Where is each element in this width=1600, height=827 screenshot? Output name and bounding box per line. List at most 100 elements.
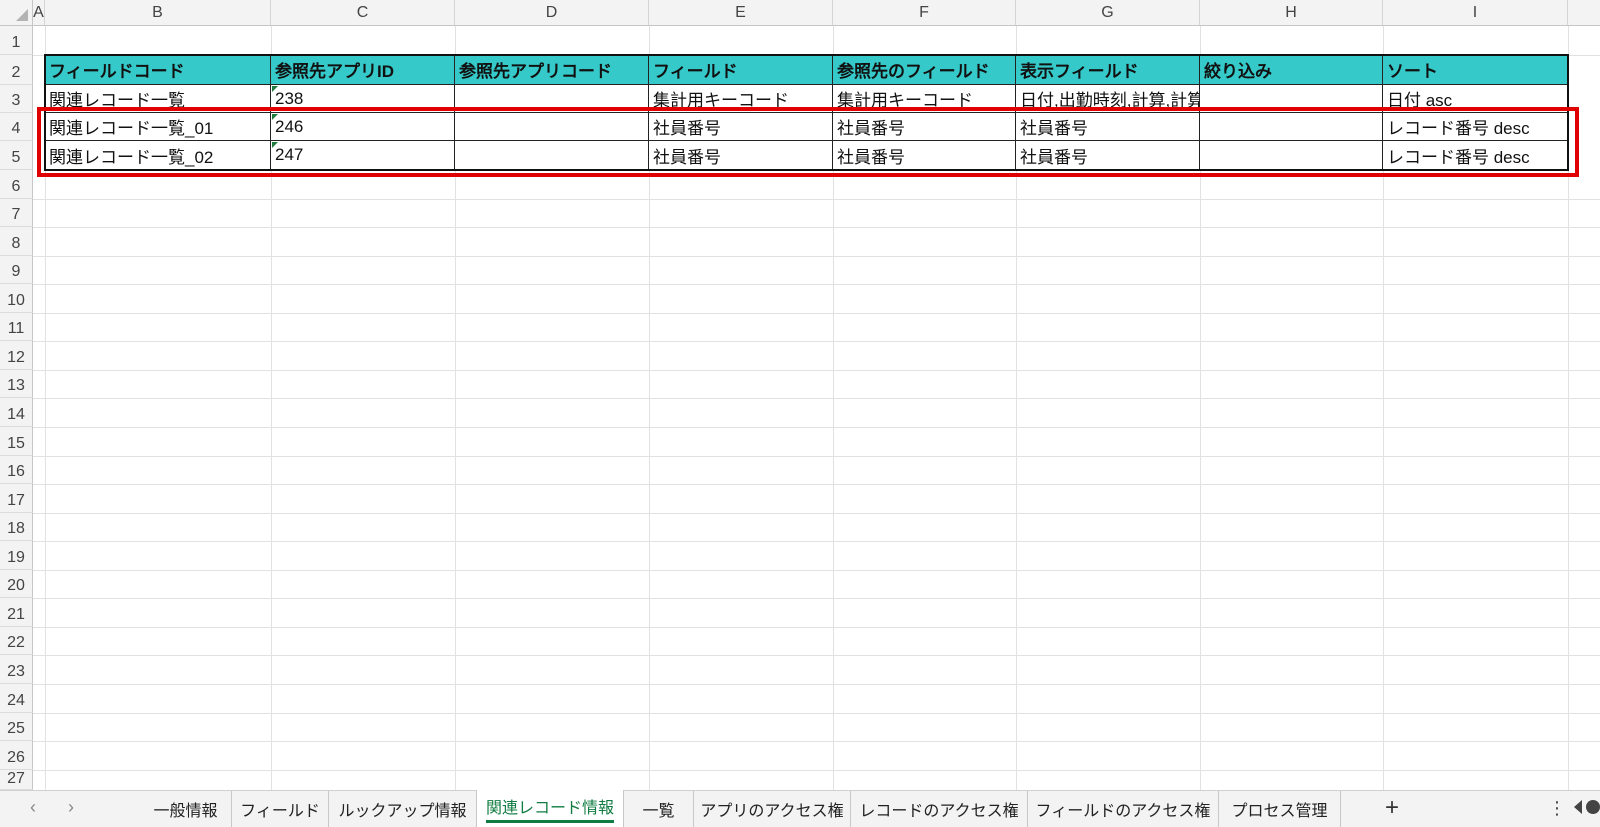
row-header-25[interactable]: 25 xyxy=(0,713,33,741)
row-header-17[interactable]: 17 xyxy=(0,484,33,513)
row-header-4[interactable]: 4 xyxy=(0,113,33,141)
row-header-18[interactable]: 18 xyxy=(0,513,33,541)
cell-d3[interactable] xyxy=(455,85,649,113)
tab-related-records[interactable]: 関連レコード情報 xyxy=(476,790,624,827)
spreadsheet-grid[interactable]: A B C D E F G H I 1 2 3 4 5 6 7 8 9 10 1… xyxy=(0,0,1600,790)
column-header-b[interactable]: B xyxy=(45,0,271,26)
cell-g3[interactable]: 日付,出勤時刻,計算,計算 xyxy=(1016,85,1200,113)
select-all-corner[interactable] xyxy=(0,0,33,26)
cell-b4[interactable]: 関連レコード一覧_01 xyxy=(45,113,271,141)
cell-f3[interactable]: 集計用キーコード xyxy=(833,85,1016,113)
tab-fields[interactable]: フィールド xyxy=(231,791,328,827)
row-header-21[interactable]: 21 xyxy=(0,598,33,627)
cell-b2[interactable]: フィールドコード xyxy=(45,55,271,85)
cell-i2[interactable]: ソート xyxy=(1383,55,1568,85)
row-header-7[interactable]: 7 xyxy=(0,199,33,227)
row-header-19[interactable]: 19 xyxy=(0,541,33,570)
column-header-g[interactable]: G xyxy=(1016,0,1200,26)
cell-d5[interactable] xyxy=(455,141,649,170)
row-header-6[interactable]: 6 xyxy=(0,170,33,199)
cell-d2[interactable]: 参照先アプリコード xyxy=(455,55,649,85)
column-header-e[interactable]: E xyxy=(649,0,833,26)
select-all-triangle-icon[interactable] xyxy=(16,9,28,21)
cell-c4[interactable]: 246 xyxy=(271,113,455,141)
row-header-14[interactable]: 14 xyxy=(0,398,33,427)
cell-g2[interactable]: 表示フィールド xyxy=(1016,55,1200,85)
row-header-5[interactable]: 5 xyxy=(0,141,33,170)
row-header-13[interactable]: 13 xyxy=(0,370,33,398)
row-header-22[interactable]: 22 xyxy=(0,627,33,655)
row-header-26[interactable]: 26 xyxy=(0,741,33,770)
cell-f4[interactable]: 社員番号 xyxy=(833,113,1016,141)
cell-c5[interactable]: 247 xyxy=(271,141,455,170)
cell-b5[interactable]: 関連レコード一覧_02 xyxy=(45,141,271,170)
grid-line xyxy=(33,427,1600,428)
cell-i5[interactable]: レコード番号 desc xyxy=(1383,141,1568,170)
cell-h3[interactable] xyxy=(1200,85,1383,113)
cell-c3[interactable]: 238 xyxy=(271,85,455,113)
cell-b3[interactable]: 関連レコード一覧 xyxy=(45,85,271,113)
column-header-f[interactable]: F xyxy=(833,0,1016,26)
row-header-27[interactable]: 27 xyxy=(0,770,33,790)
prev-sheet-icon[interactable]: ‹ xyxy=(23,797,43,818)
cell-h5[interactable] xyxy=(1200,141,1383,170)
tab-field-permissions[interactable]: フィールドのアクセス権 xyxy=(1027,791,1218,827)
cell-c2[interactable]: 参照先アプリID xyxy=(271,55,455,85)
row-header-15[interactable]: 15 xyxy=(0,427,33,456)
row-header-16[interactable]: 16 xyxy=(0,456,33,484)
tab-general-info[interactable]: 一般情報 xyxy=(140,791,231,827)
tab-record-permissions[interactable]: レコードのアクセス権 xyxy=(850,791,1027,827)
cell-f5[interactable]: 社員番号 xyxy=(833,141,1016,170)
grid-line xyxy=(33,684,1600,685)
row-header-2[interactable]: 2 xyxy=(0,55,33,85)
column-header-a[interactable]: A xyxy=(33,0,45,26)
sheet-tab-bar: ‹ › 一般情報 フィールド ルックアップ情報 関連レコード情報 一覧 アプリの… xyxy=(0,790,1600,827)
scroll-thumb[interactable] xyxy=(1586,800,1600,814)
grid-line xyxy=(33,199,1600,200)
row-header-12[interactable]: 12 xyxy=(0,341,33,370)
cell-f2[interactable]: 参照先のフィールド xyxy=(833,55,1016,85)
tab-label: フィールドのアクセス権 xyxy=(1035,803,1211,820)
cell-i4[interactable]: レコード番号 desc xyxy=(1383,113,1568,141)
column-header-c[interactable]: C xyxy=(271,0,455,26)
tab-lookup-info[interactable]: ルックアップ情報 xyxy=(328,791,476,827)
row-header-20[interactable]: 20 xyxy=(0,570,33,598)
tab-label: アプリのアクセス権 xyxy=(700,803,844,820)
cell-h2[interactable]: 絞り込み xyxy=(1200,55,1383,85)
row-header-3[interactable]: 3 xyxy=(0,85,33,113)
column-header-i[interactable]: I xyxy=(1383,0,1568,26)
grid-line xyxy=(33,655,1600,656)
column-header-d[interactable]: D xyxy=(455,0,649,26)
row-header-9[interactable]: 9 xyxy=(0,256,33,284)
cell-e3[interactable]: 集計用キーコード xyxy=(649,85,833,113)
tab-label: フィールド xyxy=(240,803,320,820)
tab-process-management[interactable]: プロセス管理 xyxy=(1218,791,1341,827)
more-options-icon[interactable]: ⋮ xyxy=(1548,798,1566,819)
grid-line xyxy=(33,313,1600,314)
tab-list[interactable]: 一覧 xyxy=(624,791,693,827)
cell-e5[interactable]: 社員番号 xyxy=(649,141,833,170)
tab-label: ルックアップ情報 xyxy=(338,803,467,820)
row-header-1[interactable]: 1 xyxy=(0,26,33,55)
add-sheet-button[interactable]: + xyxy=(1385,794,1399,822)
tab-app-permissions[interactable]: アプリのアクセス権 xyxy=(693,791,850,827)
next-sheet-icon[interactable]: › xyxy=(61,797,81,818)
cell-d4[interactable] xyxy=(455,113,649,141)
cell-i3[interactable]: 日付 asc xyxy=(1383,85,1568,113)
row-header-11[interactable]: 11 xyxy=(0,313,33,341)
row-header-8[interactable]: 8 xyxy=(0,227,33,256)
row-header-23[interactable]: 23 xyxy=(0,655,33,684)
column-header-next[interactable] xyxy=(1568,0,1600,26)
grid-line xyxy=(33,513,1600,514)
column-header-h[interactable]: H xyxy=(1200,0,1383,26)
row-header-10[interactable]: 10 xyxy=(0,284,33,313)
row-header-24[interactable]: 24 xyxy=(0,684,33,713)
cell-e2[interactable]: フィールド xyxy=(649,55,833,85)
grid-line xyxy=(1568,26,1569,790)
cell-g5[interactable]: 社員番号 xyxy=(1016,141,1200,170)
scroll-left-icon[interactable] xyxy=(1574,800,1582,814)
tab-label: 一覧 xyxy=(642,803,675,820)
cell-g4[interactable]: 社員番号 xyxy=(1016,113,1200,141)
cell-e4[interactable]: 社員番号 xyxy=(649,113,833,141)
cell-h4[interactable] xyxy=(1200,113,1383,141)
